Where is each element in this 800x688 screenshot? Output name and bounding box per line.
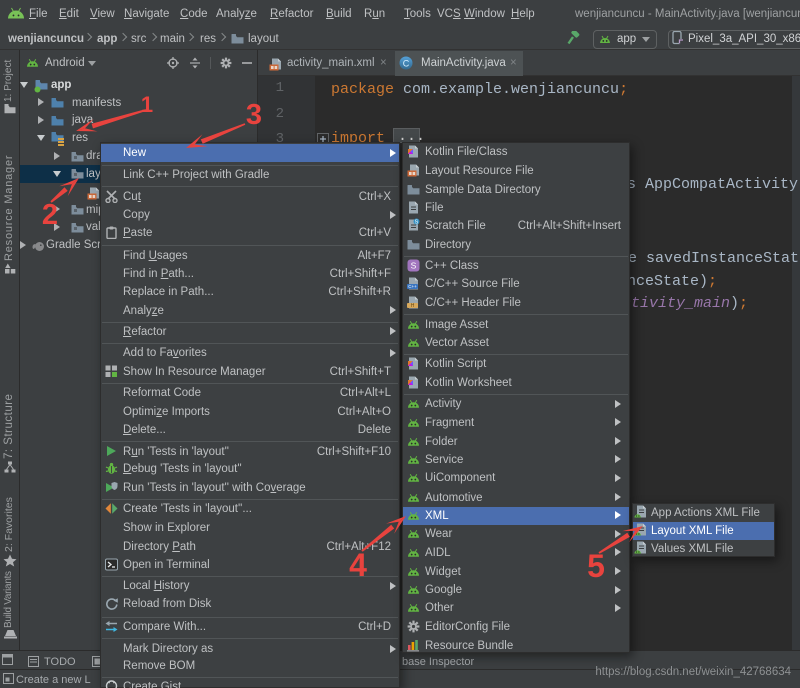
svg-text:2: 2	[42, 199, 58, 231]
svg-text:3: 3	[246, 99, 262, 131]
svg-text:1: 1	[141, 92, 153, 117]
svg-text:5: 5	[587, 548, 605, 584]
svg-text:4: 4	[349, 547, 367, 583]
